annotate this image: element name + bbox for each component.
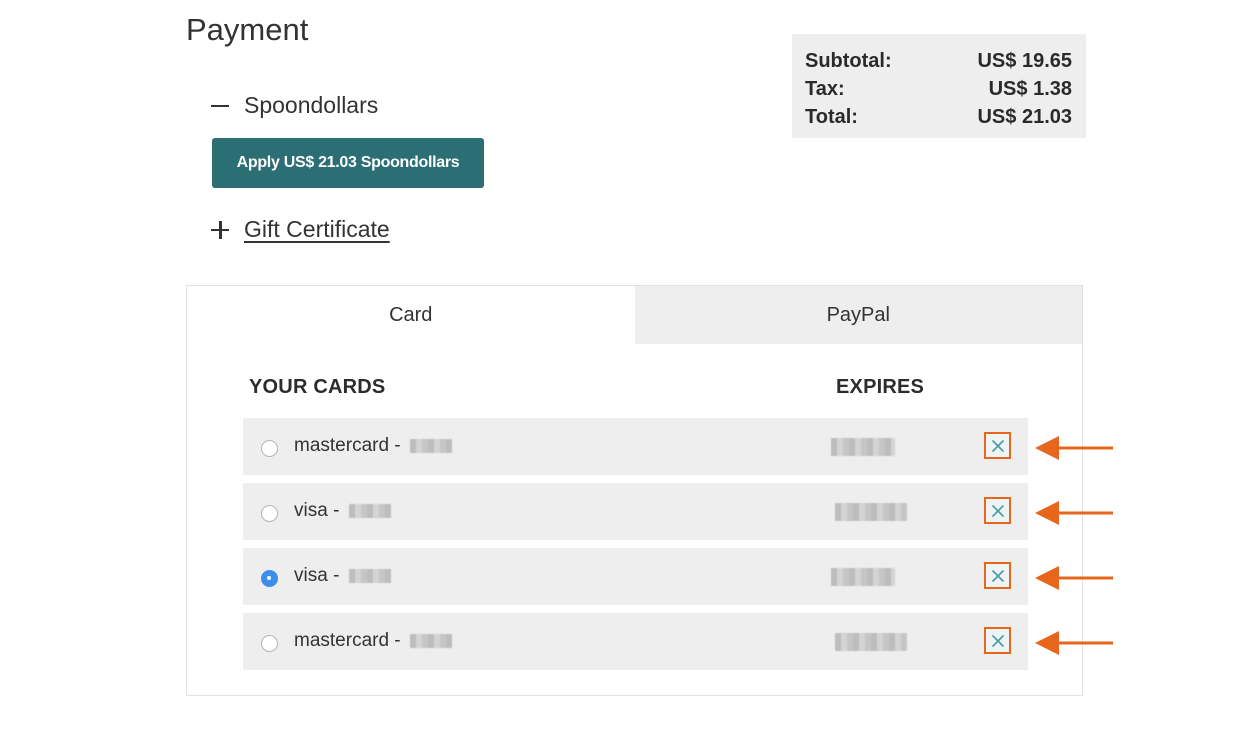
spoondollars-toggle[interactable]: Spoondollars (210, 92, 378, 119)
masked-card-number (348, 503, 391, 518)
payment-method-panel: Card PayPal YOUR CARDS EXPIRES mastercar… (186, 285, 1083, 696)
card-radio[interactable] (261, 635, 278, 652)
gift-certificate-link[interactable]: Gift Certificate (244, 216, 390, 243)
tax-value: US$ 1.38 (988, 78, 1072, 100)
card-row: visa - (243, 548, 1028, 605)
card-type: mastercard - (294, 630, 401, 651)
card-label: visa - (294, 565, 391, 587)
masked-expiry (835, 503, 907, 521)
card-row: visa - (243, 483, 1028, 540)
close-icon (991, 569, 1004, 582)
masked-card-number (409, 438, 452, 453)
tab-paypal[interactable]: PayPal (634, 286, 1082, 344)
page-title: Payment (186, 12, 309, 47)
close-icon (991, 634, 1004, 647)
card-type: mastercard - (294, 435, 401, 456)
card-radio[interactable] (261, 570, 278, 587)
delete-card-button[interactable] (984, 432, 1011, 459)
card-type: visa - (294, 500, 340, 521)
spoondollars-label: Spoondollars (244, 92, 379, 118)
subtotal-value: US$ 19.65 (977, 50, 1072, 72)
masked-expiry (831, 438, 895, 456)
delete-card-button[interactable] (984, 627, 1011, 654)
masked-expiry (835, 633, 907, 651)
arrow-left-icon (1035, 501, 1113, 525)
card-label: visa - (294, 500, 391, 522)
card-radio[interactable] (261, 440, 278, 457)
arrow-left-icon (1035, 436, 1113, 460)
card-label: mastercard - (294, 630, 452, 652)
total-label: Total: (805, 106, 858, 128)
plus-icon (210, 220, 230, 240)
arrow-left-icon (1035, 566, 1113, 590)
gift-certificate-toggle[interactable]: Gift Certificate (210, 216, 390, 243)
total-value: US$ 21.03 (977, 106, 1072, 128)
your-cards-header: YOUR CARDS (249, 376, 386, 398)
minus-icon (210, 96, 230, 116)
subtotal-label: Subtotal: (805, 50, 892, 72)
card-radio[interactable] (261, 505, 278, 522)
tax-label: Tax: (805, 78, 845, 100)
card-type: visa - (294, 565, 340, 586)
order-summary: Subtotal: US$ 19.65 Tax: US$ 1.38 Total:… (792, 34, 1086, 138)
close-icon (991, 439, 1004, 452)
total-row: Total: US$ 21.03 (805, 103, 1072, 131)
masked-card-number (409, 633, 452, 648)
close-icon (991, 504, 1004, 517)
payment-tabs: Card PayPal (187, 286, 1082, 344)
card-label: mastercard - (294, 435, 452, 457)
masked-expiry (831, 568, 895, 586)
apply-spoondollars-button[interactable]: Apply US$ 21.03 Spoondollars (212, 138, 484, 188)
expires-header: EXPIRES (836, 376, 925, 398)
arrow-left-icon (1035, 631, 1113, 655)
subtotal-row: Subtotal: US$ 19.65 (805, 47, 1072, 75)
delete-card-button[interactable] (984, 497, 1011, 524)
tab-card[interactable]: Card (187, 286, 635, 344)
masked-card-number (348, 568, 391, 583)
card-row: mastercard - (243, 418, 1028, 475)
tax-row: Tax: US$ 1.38 (805, 75, 1072, 103)
card-row: mastercard - (243, 613, 1028, 670)
delete-card-button[interactable] (984, 562, 1011, 589)
